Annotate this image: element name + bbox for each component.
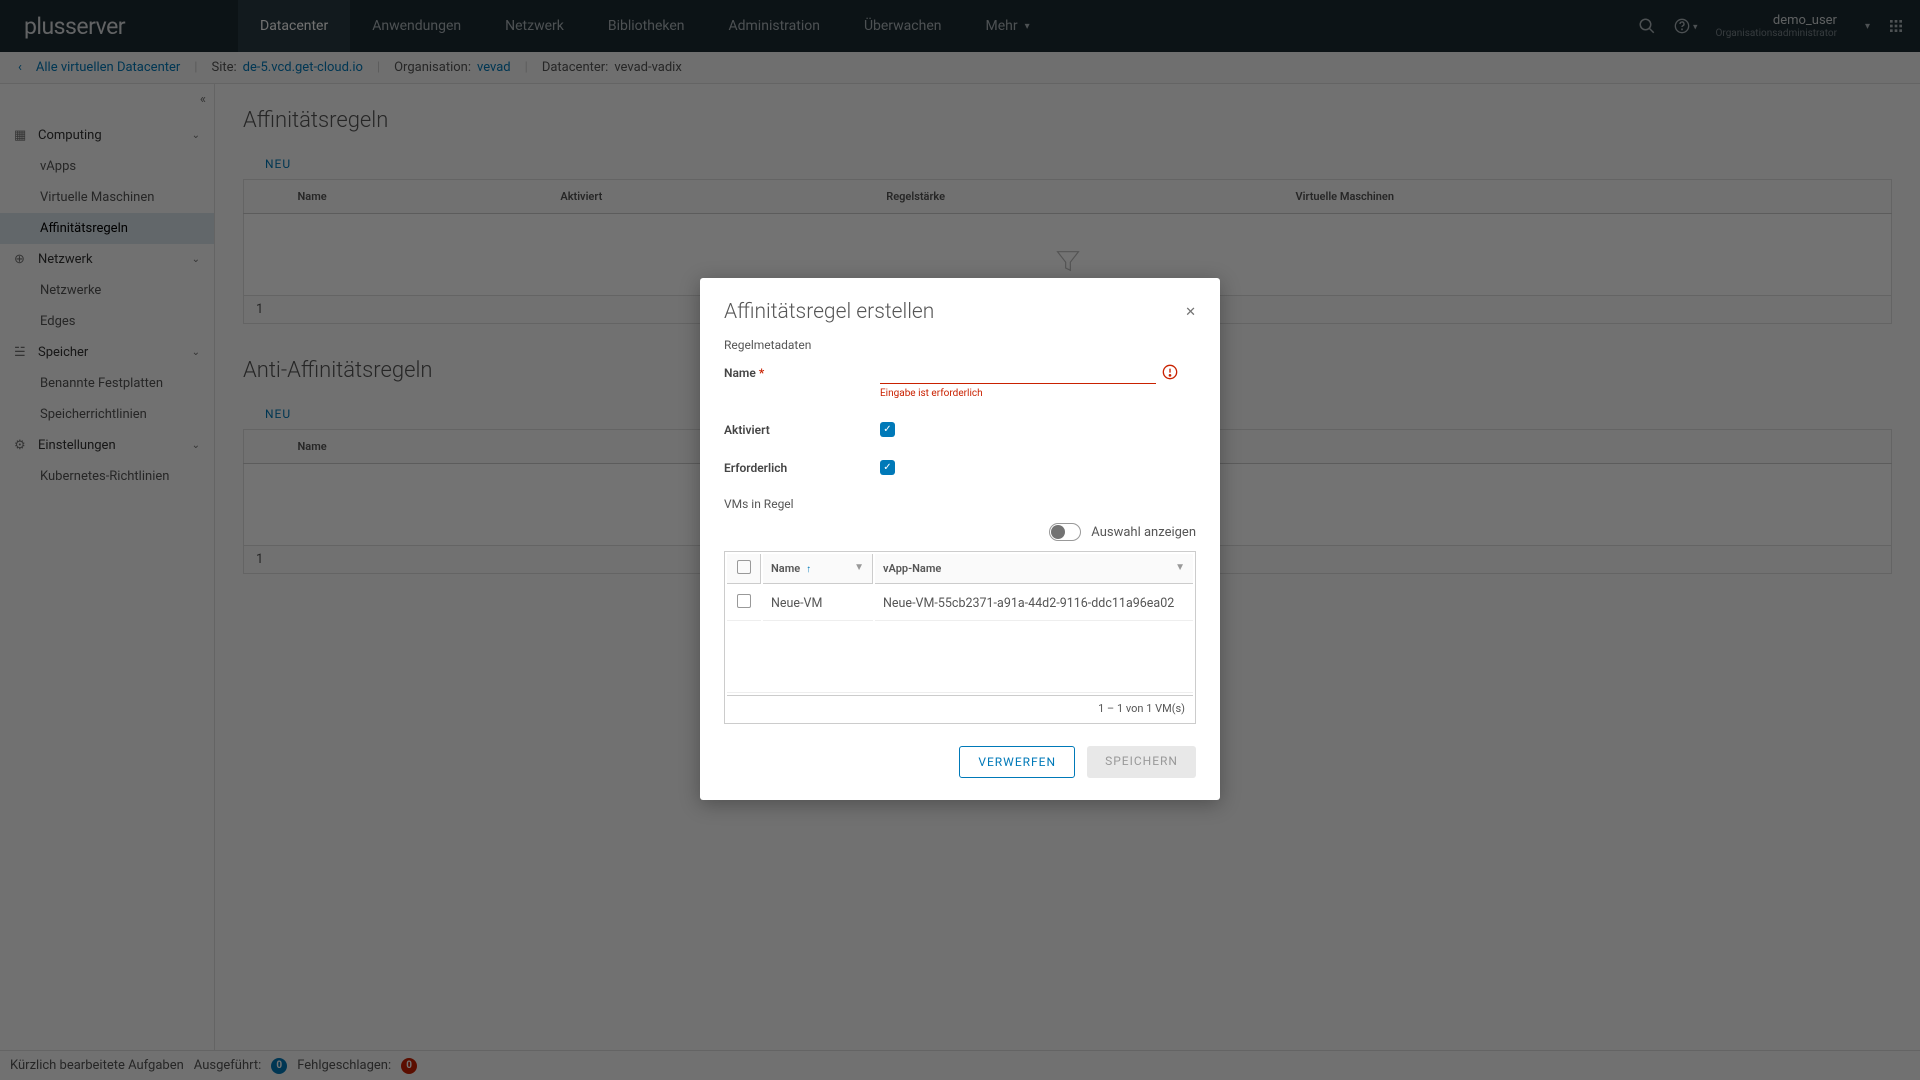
required-checkbox[interactable]: ✓ (880, 460, 895, 475)
required-label: Erforderlich (724, 459, 880, 475)
vm-row[interactable]: Neue-VM Neue-VM-55cb2371-a91a-44d2-9116-… (727, 586, 1193, 621)
sort-asc-icon: ↑ (806, 564, 811, 575)
modal-meta-header: Regelmetadaten (724, 338, 1196, 352)
select-all-checkbox[interactable] (737, 560, 751, 574)
show-selection-label: Auswahl anzeigen (1091, 525, 1196, 540)
modal-vms-header: VMs in Regel (724, 497, 1196, 511)
enabled-checkbox[interactable]: ✓ (880, 422, 895, 437)
modal-title: Affinitätsregel erstellen (724, 300, 934, 324)
close-icon[interactable]: ✕ (1185, 305, 1196, 320)
create-affinity-modal: Affinitätsregel erstellen ✕ Regelmetadat… (700, 278, 1220, 800)
vm-row-checkbox[interactable] (737, 594, 751, 608)
filter-icon[interactable]: ▼ (854, 562, 864, 573)
vm-row-name: Neue-VM (763, 586, 873, 621)
save-button[interactable]: SPEICHERN (1087, 746, 1196, 778)
discard-button[interactable]: VERWERFEN (959, 746, 1075, 778)
name-input[interactable] (880, 364, 1156, 384)
name-error-msg: Eingabe ist erforderlich (880, 388, 1196, 399)
vm-table: Name↑▼ vApp-Name▼ Neue-VM Neue-VM-55cb23… (724, 551, 1196, 724)
vm-col-name[interactable]: Name↑▼ (763, 554, 873, 584)
vm-col-vapp[interactable]: vApp-Name▼ (875, 554, 1193, 584)
name-label: Name* (724, 364, 880, 380)
filter-icon[interactable]: ▼ (1175, 562, 1185, 573)
show-selection-toggle[interactable] (1049, 523, 1081, 541)
vm-table-footer: 1 – 1 von 1 VM(s) (727, 695, 1193, 721)
error-icon (1162, 364, 1178, 380)
enabled-label: Aktiviert (724, 421, 880, 437)
vm-row-vapp: Neue-VM-55cb2371-a91a-44d2-9116-ddc11a96… (875, 586, 1193, 621)
